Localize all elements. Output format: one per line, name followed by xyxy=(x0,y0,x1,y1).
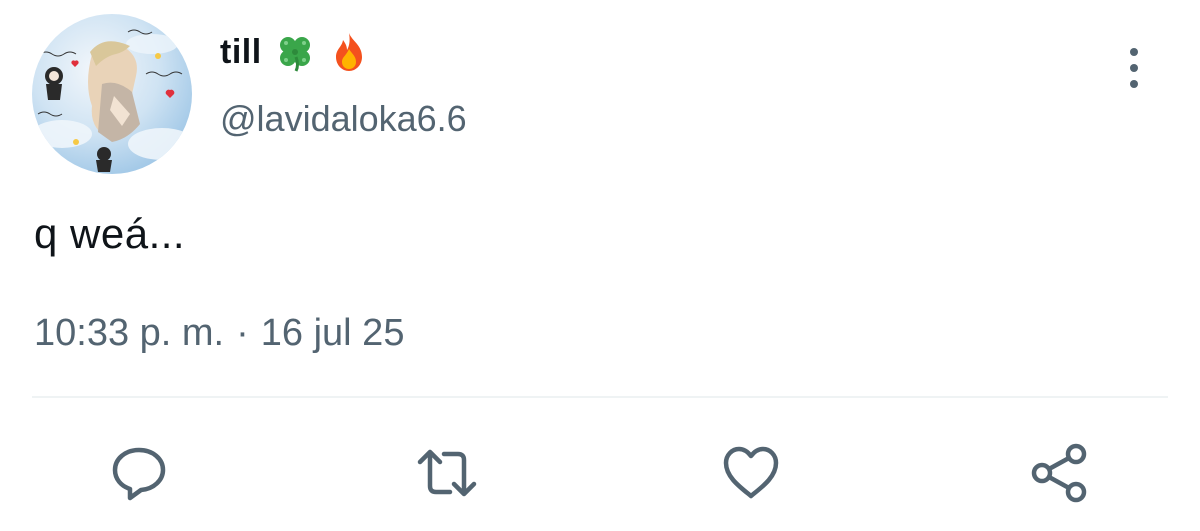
reply-button[interactable] xyxy=(104,438,174,508)
action-bar xyxy=(0,438,1200,508)
tweet-detail: till @lavidaloka6.6 q weá... 10:33 p. m.… xyxy=(0,0,1200,531)
display-name[interactable]: till xyxy=(220,33,262,72)
divider xyxy=(32,396,1168,398)
more-dot-icon xyxy=(1130,64,1138,72)
like-icon xyxy=(723,446,779,499)
tweet-date[interactable]: 16 jul 25 xyxy=(261,312,405,355)
tweet-meta: 10:33 p. m. · 16 jul 25 xyxy=(34,312,404,355)
four-leaf-clover-icon xyxy=(274,31,316,73)
meta-separator: · xyxy=(236,312,249,354)
fire-icon xyxy=(328,31,370,73)
more-options-button[interactable] xyxy=(1118,44,1150,92)
more-dot-icon xyxy=(1130,80,1138,88)
avatar[interactable] xyxy=(32,14,192,174)
author-handle[interactable]: @lavidaloka6.6 xyxy=(220,98,467,140)
author-name-row[interactable]: till xyxy=(220,28,370,76)
retweet-icon xyxy=(417,449,477,497)
share-button[interactable] xyxy=(1024,438,1094,508)
more-dot-icon xyxy=(1130,48,1138,56)
tweet-text: q weá... xyxy=(34,210,186,257)
share-icon xyxy=(1031,443,1087,503)
tweet-time[interactable]: 10:33 p. m. xyxy=(34,312,224,355)
reply-icon xyxy=(112,447,166,501)
retweet-button[interactable] xyxy=(412,438,482,508)
like-button[interactable] xyxy=(716,438,786,508)
